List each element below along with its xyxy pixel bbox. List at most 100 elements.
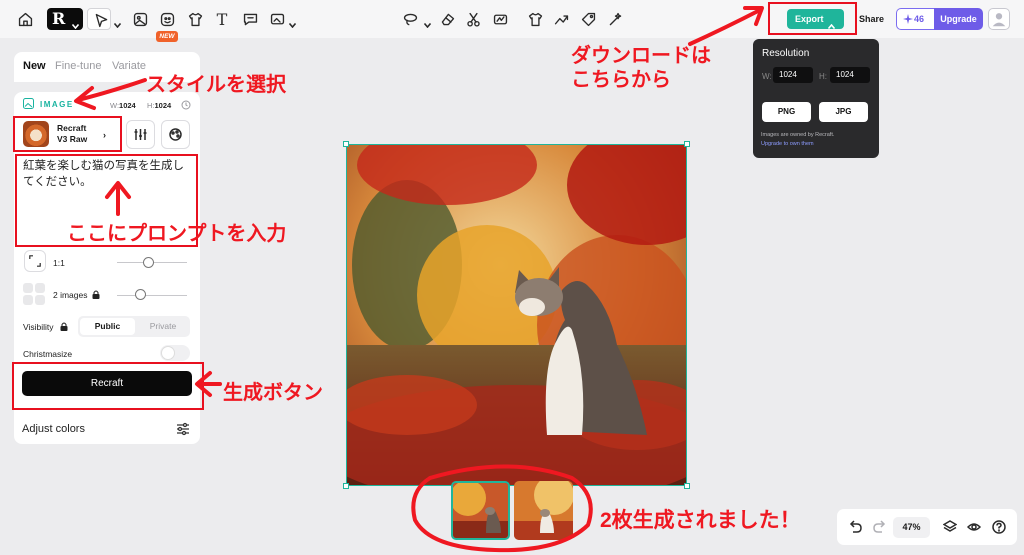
select-tool-button[interactable] xyxy=(87,8,111,30)
jpg-button[interactable]: JPG xyxy=(819,102,868,122)
annotation-download: ダウンロードは こちらから xyxy=(571,44,711,92)
palette-icon xyxy=(169,128,182,141)
lock-icon xyxy=(92,290,100,299)
prompt-input[interactable]: 紅葉を楽しむ猫の写真を生成してください。 xyxy=(23,158,193,190)
sliders-icon xyxy=(134,129,147,140)
thumbnail-image xyxy=(514,481,573,540)
width-label: W: xyxy=(762,72,772,81)
style-palette-button[interactable] xyxy=(161,120,190,149)
undo-icon[interactable] xyxy=(848,520,862,534)
logo-icon: R xyxy=(52,9,66,28)
annotation-done: 2枚生成されました！ xyxy=(600,509,801,532)
share-button[interactable]: Share xyxy=(855,9,888,29)
adjust-colors-label[interactable]: Adjust colors xyxy=(22,423,85,435)
image-mode-text: IMAGE xyxy=(40,100,74,109)
lasso-icon[interactable] xyxy=(400,9,420,29)
height-value: 1024 xyxy=(154,101,172,110)
layers-icon[interactable] xyxy=(942,520,958,534)
annotation-style: スタイルを選択 xyxy=(146,74,286,96)
model-name-line1: Recraft xyxy=(57,123,87,133)
comment-icon[interactable] xyxy=(240,9,260,29)
visibility-private-option[interactable]: Private xyxy=(139,318,187,335)
upgrade-button[interactable]: Upgrade xyxy=(934,8,983,30)
image-icon[interactable] xyxy=(130,9,150,29)
width-input[interactable]: 1024 xyxy=(773,67,813,83)
clock-icon[interactable] xyxy=(181,100,191,110)
height-label: H: xyxy=(819,72,827,81)
christmasize-switch[interactable] xyxy=(160,345,190,361)
snowflake-icon xyxy=(162,347,174,359)
png-button[interactable]: PNG xyxy=(762,102,811,122)
settings-sliders-button[interactable] xyxy=(126,120,155,149)
upgrade-own-link[interactable]: Upgrade to own them xyxy=(761,140,834,149)
wand-icon[interactable] xyxy=(605,9,625,29)
chevron-down-icon[interactable] xyxy=(423,15,432,29)
export-button[interactable]: Export xyxy=(787,9,844,30)
width-value: 1024 xyxy=(119,101,136,110)
tab-new[interactable]: New xyxy=(23,60,46,72)
image-icon xyxy=(23,98,34,109)
avatar[interactable] xyxy=(988,8,1010,30)
resize-handle[interactable] xyxy=(343,141,349,147)
height-input[interactable]: 1024 xyxy=(830,67,870,83)
shirt-icon[interactable] xyxy=(185,9,205,29)
shirt-icon[interactable] xyxy=(525,9,545,29)
frame-icon[interactable] xyxy=(267,9,287,29)
sparkle-icon xyxy=(903,14,913,24)
redo-icon[interactable] xyxy=(873,520,887,534)
eraser-icon[interactable] xyxy=(437,9,457,29)
ratio-slider-knob[interactable] xyxy=(143,257,154,268)
cat-autumn-photo xyxy=(347,145,686,485)
eye-icon[interactable] xyxy=(966,520,982,534)
chevron-down-icon[interactable] xyxy=(113,15,122,29)
thumbnail-image xyxy=(453,483,508,538)
image-mode-label: IMAGE xyxy=(23,98,74,109)
upscale-icon[interactable] xyxy=(551,9,571,29)
chevron-right-icon[interactable]: › xyxy=(103,130,106,140)
sticker-icon[interactable] xyxy=(157,9,177,29)
resize-handle[interactable] xyxy=(343,483,349,489)
visibility-public-option[interactable]: Public xyxy=(80,318,135,335)
new-badge: NEW xyxy=(156,31,178,42)
text-icon[interactable]: T xyxy=(212,9,232,29)
chevron-up-icon xyxy=(827,16,836,30)
zoom-level[interactable]: 47% xyxy=(893,517,930,538)
credits-counter[interactable]: 46 xyxy=(896,8,934,30)
ownership-text: Images are owned by Recraft. xyxy=(761,132,835,138)
images-slider-knob[interactable] xyxy=(135,289,146,300)
logo-menu-button[interactable]: R xyxy=(47,8,83,30)
adjust-sliders-icon[interactable] xyxy=(176,422,190,436)
result-thumbnail-2[interactable] xyxy=(514,481,573,540)
user-icon xyxy=(992,13,1006,27)
select-arrow-icon xyxy=(91,10,111,30)
chevron-down-icon xyxy=(71,16,80,30)
model-thumbnail[interactable] xyxy=(23,121,49,147)
recraft-generate-button[interactable]: Recraft xyxy=(22,371,192,396)
annotation-prompt: ここにプロンプトを入力 xyxy=(67,223,287,245)
home-icon[interactable] xyxy=(15,9,35,29)
resize-handle[interactable] xyxy=(684,141,690,147)
credits-count: 46 xyxy=(914,14,925,24)
height-readout: H:1024 xyxy=(147,101,171,110)
resize-handle[interactable] xyxy=(684,483,690,489)
export-popover: Resolution W: 1024 H: 1024 PNG JPG Image… xyxy=(753,39,879,158)
model-name-line2: V3 Raw xyxy=(57,134,88,144)
result-thumbnail-1[interactable] xyxy=(451,481,510,540)
vectorize-icon[interactable] xyxy=(490,9,510,29)
tab-fine-tune[interactable]: Fine-tune xyxy=(55,60,101,72)
ownership-note: Images are owned by Recraft. Upgrade to o… xyxy=(761,131,834,149)
visibility-label: Visibility xyxy=(23,322,54,332)
scissors-icon[interactable] xyxy=(463,9,483,29)
resolution-title: Resolution xyxy=(762,48,810,59)
help-icon[interactable] xyxy=(992,520,1006,534)
ratio-label: 1:1 xyxy=(53,258,65,268)
annotation-download-line1: ダウンロードは xyxy=(571,45,711,67)
generated-image[interactable] xyxy=(346,144,687,486)
images-slider-track xyxy=(117,295,187,296)
chevron-down-icon[interactable] xyxy=(288,15,297,29)
tab-variate[interactable]: Variate xyxy=(112,60,146,72)
tag-icon[interactable] xyxy=(578,9,598,29)
annotation-download-line2: こちらから xyxy=(571,69,671,91)
aspect-ratio-button[interactable] xyxy=(24,250,46,272)
model-selector[interactable]: Recraft V3 Raw xyxy=(57,123,87,145)
